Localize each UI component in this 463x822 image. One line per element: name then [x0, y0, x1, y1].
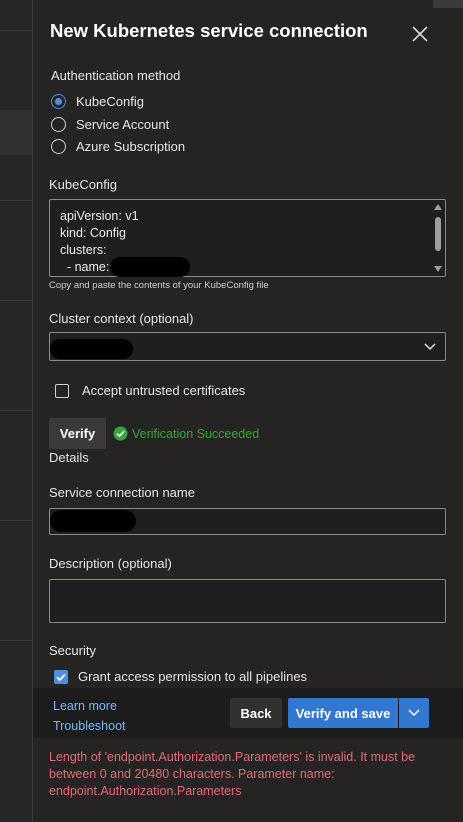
service-connection-panel: New Kubernetes service connection Authen…	[32, 0, 463, 822]
untrusted-certs-label: Accept untrusted certificates	[82, 383, 246, 398]
verify-and-save-button[interactable]: Verify and save	[288, 698, 398, 728]
background-divider	[0, 520, 32, 521]
radio-azure-subscription[interactable]: Azure Subscription	[51, 137, 185, 155]
scroll-thumb[interactable]	[435, 217, 441, 251]
service-connection-name-label: Service connection name	[49, 485, 195, 500]
radio-azure-subscription-label: Azure Subscription	[76, 138, 186, 154]
description-input[interactable]	[49, 579, 446, 623]
redacted-cluster-name	[110, 257, 190, 277]
kubeconfig-line: kind: Config	[60, 226, 127, 240]
kubeconfig-line: apiVersion: v1	[60, 209, 139, 223]
avatar	[433, 0, 463, 8]
scroll-up-icon[interactable]	[434, 204, 442, 210]
radio-service-account[interactable]: Service Account	[51, 115, 169, 133]
chevron-down-icon	[408, 709, 420, 717]
background-divider	[0, 30, 32, 31]
panel-title: New Kubernetes service connection	[50, 20, 368, 41]
kubeconfig-textarea[interactable]: apiVersion: v1 kind: Config clusters: - …	[49, 199, 446, 277]
untrusted-certs-checkbox[interactable]	[55, 383, 69, 398]
redacted-connection-name	[50, 510, 136, 532]
kubeconfig-label: KubeConfig	[49, 177, 117, 192]
service-connection-name-input[interactable]	[49, 508, 446, 535]
details-heading: Details	[49, 450, 89, 465]
cluster-context-label: Cluster context (optional)	[49, 311, 194, 326]
verify-button[interactable]: Verify	[49, 418, 106, 449]
radio-kubeconfig[interactable]: KubeConfig	[51, 92, 144, 110]
scroll-down-icon[interactable]	[434, 266, 442, 272]
verification-status: Verification Succeeded	[113, 426, 259, 441]
cluster-context-dropdown[interactable]	[49, 332, 446, 361]
learn-more-link[interactable]: Learn more	[53, 699, 117, 713]
untrusted-certs-checkbox-row[interactable]: Accept untrusted certificates	[55, 383, 245, 398]
security-heading: Security	[49, 643, 96, 658]
verification-status-text: Verification Succeeded	[132, 426, 260, 441]
check-circle-icon	[113, 426, 128, 441]
redacted-cluster-context	[50, 339, 133, 359]
background-divider	[0, 410, 32, 411]
troubleshoot-link[interactable]: Troubleshoot	[53, 719, 126, 733]
grant-access-label: Grant access permission to all pipelines	[78, 669, 308, 684]
radio-service-account-label: Service Account	[76, 116, 170, 132]
radio-button-selected[interactable]	[51, 93, 66, 109]
close-icon	[412, 26, 428, 42]
close-button[interactable]	[410, 24, 430, 44]
panel-footer: Learn more Troubleshoot Back Verify and …	[33, 688, 463, 738]
error-message: Length of 'endpoint.Authorization.Parame…	[49, 750, 416, 798]
background-divider	[0, 640, 32, 641]
radio-button[interactable]	[51, 116, 66, 132]
description-label: Description (optional)	[49, 556, 172, 571]
radio-kubeconfig-label: KubeConfig	[76, 93, 144, 109]
grant-access-checkbox-row[interactable]: Grant access permission to all pipelines	[54, 669, 307, 684]
background-divider	[0, 200, 32, 201]
save-options-button[interactable]	[399, 698, 429, 728]
checkmark-icon	[56, 673, 66, 681]
kubeconfig-hint: Copy and paste the contents of your Kube…	[49, 280, 269, 291]
textarea-scrollbar[interactable]	[431, 200, 445, 276]
grant-access-checkbox[interactable]	[54, 669, 68, 684]
background-divider	[0, 300, 32, 301]
back-button[interactable]: Back	[230, 698, 282, 728]
background-row	[0, 110, 32, 155]
radio-button[interactable]	[51, 138, 66, 154]
chevron-down-icon	[424, 343, 436, 351]
auth-method-label: Authentication method	[51, 68, 181, 83]
background-page	[0, 0, 32, 822]
